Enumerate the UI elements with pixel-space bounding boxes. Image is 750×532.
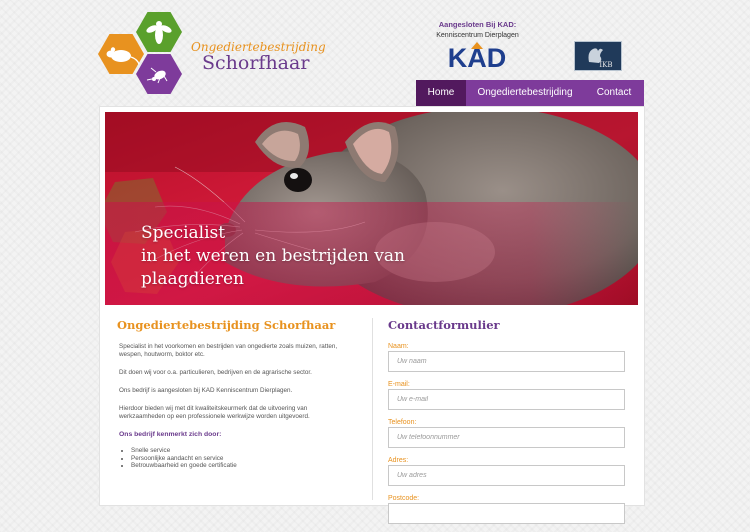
nav-home[interactable]: Home — [416, 80, 466, 106]
intro-paragraph: Dit doen wij voor o.a. particulieren, be… — [119, 369, 312, 376]
address-label: Adres: — [388, 457, 409, 464]
email-field[interactable] — [388, 389, 625, 410]
nav-contact[interactable]: Contact — [584, 80, 644, 106]
list-item: Persoonlijke aandacht en service — [131, 455, 352, 463]
email-label: E-mail: — [388, 381, 410, 388]
list-item: Betrouwbaarheid en goede certificatie — [131, 462, 352, 470]
intro-paragraph: Ons bedrijf is aangesloten bij KAD Kenni… — [119, 387, 293, 394]
logo-title-line2: Schorfhaar — [202, 52, 310, 74]
list-item: Snelle service — [131, 447, 352, 455]
hero-line2: in het weren en bestrijden van — [141, 246, 405, 266]
phone-label: Telefoon: — [388, 419, 417, 426]
affiliation-center: Kenniscentrum Dierplagen — [436, 32, 519, 39]
features-list: Snelle service Persoonlijke aandacht en … — [117, 447, 352, 470]
postcode-field[interactable] — [388, 503, 625, 524]
company-heading: Ongediertebestrijding Schorfhaar — [117, 318, 336, 332]
intro-paragraph: Specialist in het voorkomen en bestrijde… — [119, 343, 338, 358]
address-field[interactable] — [388, 465, 625, 486]
ikb-logo[interactable]: IKB — [574, 41, 622, 71]
bee-icon — [136, 12, 182, 52]
cockroach-icon — [136, 54, 182, 94]
form-title: Contactformulier — [388, 318, 500, 332]
phone-field[interactable] — [388, 427, 625, 448]
main-navigation: Home Ongediertebestrijding Contact — [416, 80, 644, 106]
features-heading: Ons bedrijf kenmerkt zich door: — [119, 431, 222, 438]
kad-affiliation: Aangesloten Bij KAD: Kenniscentrum Dierp… — [420, 20, 535, 76]
column-divider — [372, 318, 373, 500]
nav-ongediertebestrijding[interactable]: Ongediertebestrijding — [466, 80, 584, 106]
intro-section: Ongediertebestrijding Schorfhaar Special… — [117, 318, 352, 470]
hero-line1: Specialist — [141, 223, 226, 243]
affiliation-label: Aangesloten Bij KAD: — [438, 20, 517, 29]
hero-tagline: Specialist in het weren en bestrijden va… — [141, 222, 405, 291]
name-label: Naam: — [388, 343, 409, 350]
name-field[interactable] — [388, 351, 625, 372]
hero-line3: plaagdieren — [141, 269, 244, 289]
postcode-label: Postcode: — [388, 495, 420, 502]
intro-paragraph: Hierdoor bieden wij met dit kwaliteitske… — [119, 405, 310, 420]
hero-banner: Specialist in het weren en bestrijden va… — [105, 112, 638, 305]
site-logo[interactable]: Ongediertebestrijding Schorfhaar — [98, 10, 326, 96]
ikb-logo-text: IKB — [599, 61, 612, 69]
kad-logo[interactable]: KAD — [445, 42, 509, 73]
